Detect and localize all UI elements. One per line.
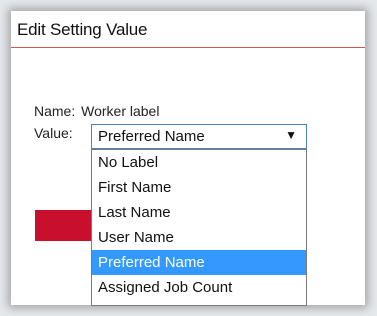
name-row: Name: Worker label <box>34 103 159 119</box>
value-select[interactable]: Preferred Name ▼ <box>91 124 307 149</box>
option-first-name[interactable]: First Name <box>92 175 306 200</box>
dialog-title: Edit Setting Value <box>11 11 365 48</box>
option-preferred-name[interactable]: Preferred Name <box>92 250 306 275</box>
name-label: Name: <box>34 103 76 119</box>
option-user-name[interactable]: User Name <box>92 225 306 250</box>
option-last-name[interactable]: Last Name <box>92 200 306 225</box>
value-options-list: No Label First Name Last Name User Name … <box>91 149 307 306</box>
option-no-label[interactable]: No Label <box>92 150 306 175</box>
chevron-down-icon[interactable]: ▼ <box>285 128 297 142</box>
value-row: Value: <box>34 125 73 141</box>
option-assigned-job-count[interactable]: Assigned Job Count <box>92 275 306 300</box>
value-label: Value: <box>34 125 73 141</box>
name-value: Worker label <box>81 103 160 119</box>
select-current-value: Preferred Name <box>98 128 205 145</box>
